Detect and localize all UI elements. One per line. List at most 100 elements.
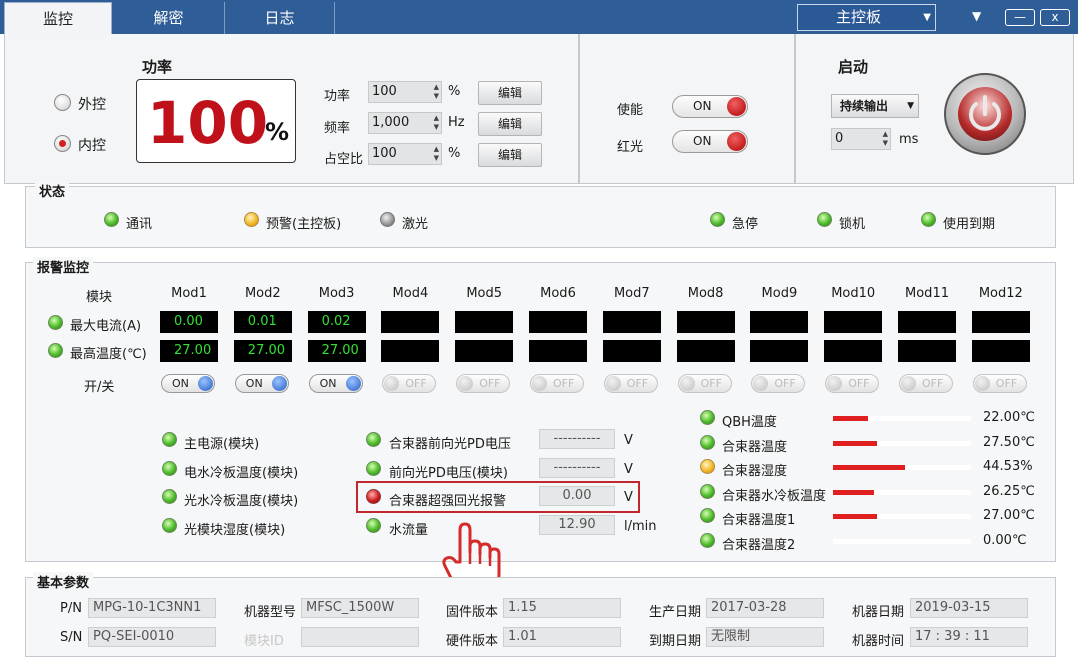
sensor-led (366, 460, 381, 476)
status-panel (25, 186, 1056, 248)
edit-frequency-button[interactable]: 编辑 (478, 112, 542, 136)
status-led (710, 212, 725, 227)
frequency-input[interactable]: 1,000 ▲ ▼ (368, 112, 442, 134)
frequency-input-value: 1,000 (372, 115, 410, 130)
edit-duty-button[interactable]: 编辑 (478, 143, 542, 167)
gauge-bar-fill (833, 440, 877, 446)
module-switch[interactable]: OFF (456, 374, 511, 393)
menu-dropdown-icon[interactable]: ▼ (972, 9, 981, 23)
module-switch-state: OFF (700, 377, 722, 390)
red-light-label: 红光 (617, 140, 644, 155)
machine-time-field: 17 : 39 : 11 (910, 627, 1028, 647)
sensor-unit: V (624, 433, 633, 448)
enable-toggle[interactable]: ON (672, 95, 748, 118)
toggle-knob-icon (345, 376, 361, 391)
power-display-value: 100 (147, 89, 269, 157)
sn-field: PQ-SEI-0010 (88, 627, 216, 647)
delay-input[interactable]: 0 ▲ ▼ (831, 128, 891, 150)
board-select[interactable]: 主控板 ▼ (797, 4, 936, 31)
gauge-bar (833, 489, 971, 495)
module-header-6: Mod6 (540, 286, 576, 301)
module-current-cell (898, 311, 956, 333)
sensor-label: 前向光PD电压(模块) (389, 465, 508, 481)
delay-unit: ms (899, 132, 919, 147)
switch-row-label: 开/关 (84, 380, 115, 395)
machine-date-field: 2019-03-15 (910, 598, 1028, 618)
tab-log[interactable]: 日志 (225, 2, 335, 34)
power-start-button[interactable] (944, 73, 1026, 155)
module-switch[interactable]: OFF (825, 374, 880, 393)
module-switch-state: OFF (774, 377, 796, 390)
status-led (817, 212, 832, 227)
module-switch[interactable]: ON (234, 374, 289, 393)
module-switch[interactable]: OFF (530, 374, 584, 393)
toggle-knob-icon (532, 376, 547, 391)
gauge-bar-fill (833, 416, 868, 421)
gauge-value: 26.25℃ (983, 483, 1035, 499)
module-switch[interactable]: OFF (677, 374, 732, 393)
check-led (162, 517, 177, 533)
status-led (380, 212, 395, 227)
close-button[interactable]: x (1040, 9, 1070, 26)
gauge-bar-fill (833, 465, 905, 470)
toggle-knob-icon (605, 376, 621, 391)
module-switch-state: ON (172, 377, 189, 390)
max-temp-label: 最高温度(℃) (70, 347, 147, 362)
status-led (921, 212, 936, 227)
power-icon (969, 95, 1001, 131)
module-switch[interactable]: OFF (382, 374, 437, 393)
module-current-cell (602, 311, 661, 333)
output-mode-select[interactable]: 持续输出 ▼ (831, 94, 919, 118)
red-light-toggle[interactable]: ON (672, 130, 748, 153)
tab-monitor[interactable]: 监控 (4, 2, 112, 34)
module-switch-state: OFF (479, 377, 501, 390)
red-light-toggle-state: ON (693, 134, 712, 148)
toggle-knob-icon (384, 376, 400, 391)
output-mode-label: 持续输出 (840, 99, 889, 113)
module-current-cell (824, 311, 883, 333)
toggle-knob-icon (753, 376, 769, 391)
spin-arrows-icon[interactable]: ▲ ▼ (883, 130, 888, 148)
status-led (104, 212, 119, 227)
param-power-unit: % (448, 84, 461, 99)
module-switch[interactable]: ON (308, 374, 363, 393)
minimize-button[interactable]: — (1005, 9, 1035, 26)
check-label: 主电源(模块) (184, 437, 260, 452)
status-label: 使用到期 (943, 217, 996, 232)
power-title: 功率 (142, 58, 173, 76)
check-led (162, 489, 177, 504)
edit-power-button[interactable]: 编辑 (478, 81, 542, 105)
module-switch[interactable]: OFF (899, 374, 953, 393)
internal-control-radio[interactable] (54, 135, 71, 152)
module-header-7: Mod7 (613, 286, 650, 301)
duty-input[interactable]: 100 ▲ ▼ (368, 143, 442, 165)
gauge-label: 合束器温度 (722, 439, 788, 455)
spin-arrows-icon[interactable]: ▲ ▼ (434, 83, 439, 101)
module-switch[interactable]: ON (161, 374, 215, 393)
power-display: 100 % (136, 79, 296, 163)
external-control-radio[interactable] (54, 94, 71, 111)
module-header: 模块 (86, 290, 113, 305)
gauge-value: 22.00℃ (983, 410, 1035, 425)
gauge-bar-fill (833, 489, 874, 495)
module-switch[interactable]: OFF (603, 374, 658, 393)
module-header-2: Mod2 (244, 286, 281, 301)
module-switch[interactable]: OFF (972, 374, 1027, 393)
sensor-value: 12.90 (539, 514, 615, 535)
module-switch[interactable]: OFF (751, 374, 806, 393)
production-date-label: 生产日期 (649, 605, 702, 620)
power-input-value: 100 (372, 84, 397, 99)
module-temp-cell (676, 340, 735, 362)
delay-input-value: 0 (835, 131, 844, 146)
spin-arrows-icon[interactable]: ▲ ▼ (434, 114, 439, 132)
spin-arrows-icon[interactable]: ▲ ▼ (434, 145, 439, 163)
duty-input-value: 100 (372, 146, 397, 161)
module-header-10: Mod10 (831, 286, 876, 301)
toggle-knob-icon (974, 376, 990, 391)
power-input[interactable]: 100 ▲ ▼ (368, 81, 442, 103)
module-switch-state: ON (319, 377, 337, 390)
module-switch-state: OFF (626, 377, 649, 390)
tab-decrypt[interactable]: 解密 (113, 2, 225, 34)
module-current-cell (676, 311, 735, 333)
firmware-field: 1.15 (503, 598, 621, 618)
